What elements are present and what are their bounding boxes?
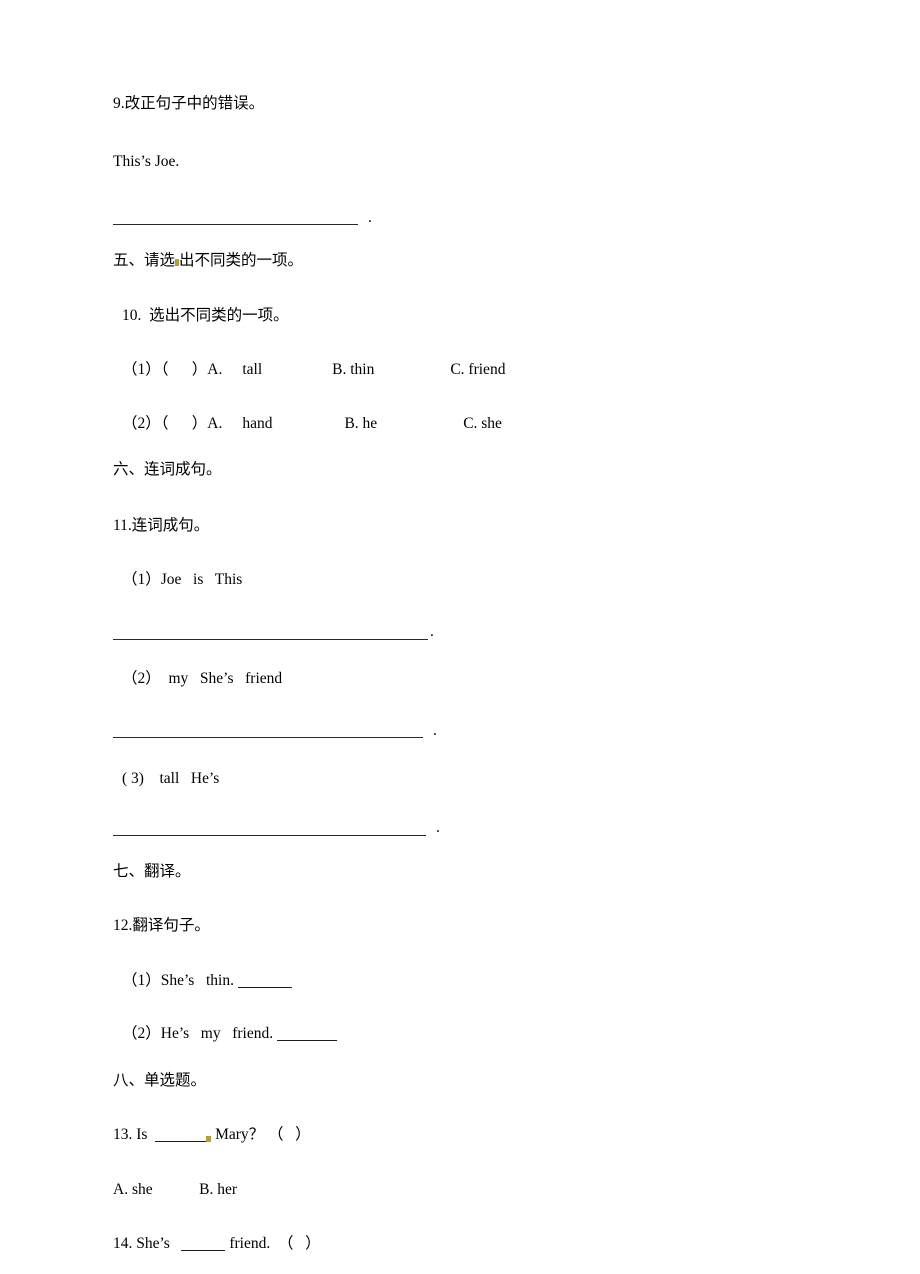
question-10-item-2-option-c[interactable]: C. she (463, 415, 502, 432)
question-10-item-2-option-a[interactable]: hand (242, 415, 272, 432)
question-10-item-2-option-b[interactable]: B. he (344, 415, 377, 432)
worksheet-content: 9.改正句子中的错误。 This’s Joe. . 五、请选 出不同类的一项。 1… (113, 96, 813, 1274)
question-12-prompt: 12.翻译句子。 (113, 917, 210, 934)
section-7-heading: 七、翻译。 (113, 862, 191, 880)
section-5-heading-part1: 五、请选 (113, 252, 176, 269)
answer-period: . (433, 721, 437, 739)
question-13-stem: 13. Is Mary？ （ ） (113, 1127, 813, 1143)
answer-period: . (430, 623, 434, 640)
question-11-item-3-answer-row[interactable]: . (113, 820, 813, 836)
question-10-item-1: （1）（ ）A. tall B. thin C. friend (113, 362, 813, 378)
section-5-heading: 五、请选 出不同类的一项。 (113, 253, 813, 269)
question-14-stem-after: friend. （ ） (225, 1235, 321, 1252)
question-11-item-2: （2） my She’s friend (122, 669, 283, 687)
answer-period: . (368, 208, 372, 226)
question-10-prompt: 10. 选出不同类的一项。 (122, 306, 289, 324)
question-11-item-1-answer-row[interactable]: . (113, 624, 813, 640)
answer-blank[interactable] (237, 975, 292, 988)
question-11-prompt: 11.连词成句。 (113, 516, 210, 534)
section-5-heading-part2: 出不同类的一项。 (179, 252, 304, 269)
section-8-heading: 八、单选题。 (113, 1071, 207, 1089)
answer-line[interactable] (113, 628, 428, 640)
question-14-stem: 14. She’s friend. （ ） (113, 1236, 813, 1252)
answer-blank[interactable] (155, 1129, 208, 1142)
question-9-prompt: 9.改正句子中的错误。 (113, 95, 265, 112)
answer-blank[interactable] (181, 1238, 226, 1251)
answer-line[interactable] (113, 213, 358, 225)
question-12-item-2-text: （2）He’s my friend. (122, 1025, 277, 1042)
worksheet-page: 9.改正句子中的错误。 This’s Joe. . 五、请选 出不同类的一项。 1… (0, 0, 920, 1274)
question-9-sentence: This’s Joe. (113, 152, 180, 170)
question-11-item-2-answer-row[interactable]: . (113, 722, 813, 738)
question-11-item-3: ( 3) tall He’s (122, 770, 220, 787)
question-13-stem-after: Mary？ （ ） (211, 1126, 311, 1143)
question-10-item-1-option-c[interactable]: C. friend (450, 361, 505, 378)
question-10-item-1-option-b[interactable]: B. thin (332, 361, 374, 378)
question-9-answer-row[interactable]: . (113, 209, 813, 225)
answer-period: . (436, 819, 440, 836)
answer-line[interactable] (113, 824, 426, 836)
answer-blank[interactable] (276, 1028, 337, 1041)
question-10-item-2-label[interactable]: （2）（ ）A. (122, 415, 222, 432)
question-14-stem-before: 14. She’s (113, 1235, 182, 1252)
question-12-item-1-text: （1）She’s thin. (122, 971, 238, 989)
answer-line[interactable] (113, 726, 423, 738)
question-13-choices[interactable]: A. she B. her (113, 1181, 813, 1198)
question-10-item-2: （2）（ ）A. hand B. he C. she (113, 415, 813, 432)
question-10-item-1-option-a[interactable]: tall (242, 361, 262, 378)
question-12-item-1: （1）She’s thin. (113, 971, 813, 989)
question-10-item-1-label[interactable]: （1）（ ）A. (122, 361, 222, 378)
question-11-item-1: （1）Joe is This (122, 571, 243, 588)
question-12-item-2: （2）He’s my friend. (113, 1026, 813, 1042)
question-13-stem-before: 13. Is (113, 1126, 156, 1143)
section-6-heading: 六、连词成句。 (113, 461, 222, 478)
